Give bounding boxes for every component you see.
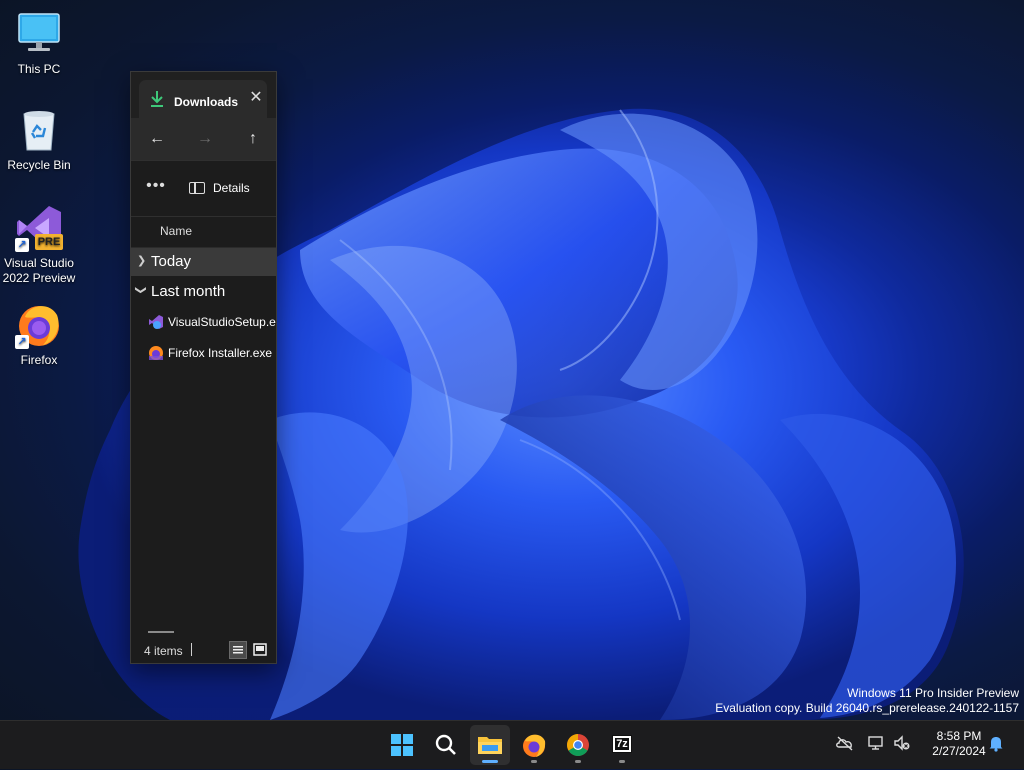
taskbar: 7z 8:58 PM 2/27/2024 xyxy=(0,720,1024,769)
desktop-icon-label: Recycle Bin xyxy=(7,158,71,172)
desktop-icon-visual-studio[interactable]: PRE ↗ Visual Studio 2022 Preview xyxy=(1,204,77,286)
group-label: Today xyxy=(151,253,192,270)
close-icon[interactable]: ✕ xyxy=(247,89,265,107)
forward-button[interactable]: → xyxy=(193,127,217,151)
item-count: 4 items xyxy=(144,644,183,658)
file-explorer-window[interactable]: Downloads ✕ ← → ↑ ••• Details Name ❯ Tod… xyxy=(130,71,277,664)
search-button[interactable] xyxy=(426,725,466,765)
shortcut-arrow-icon: ↗ xyxy=(15,238,29,252)
monitor-icon xyxy=(15,10,63,58)
onedrive-offline-icon[interactable] xyxy=(835,733,855,753)
running-indicator xyxy=(575,760,581,763)
status-separator xyxy=(191,643,192,656)
running-indicator xyxy=(619,760,625,763)
column-header-name[interactable]: Name xyxy=(131,217,276,248)
list-view-icon xyxy=(233,646,243,654)
start-button[interactable] xyxy=(382,725,422,765)
search-icon xyxy=(435,734,456,755)
back-button[interactable]: ← xyxy=(145,127,169,151)
file-explorer-icon xyxy=(478,737,502,754)
chrome-taskbar-button[interactable] xyxy=(558,725,598,765)
firefox-taskbar-button[interactable] xyxy=(514,725,554,765)
desktop-icon-label: Firefox xyxy=(20,353,58,367)
horizontal-scrollbar[interactable] xyxy=(148,631,174,633)
pre-badge: PRE xyxy=(35,234,63,250)
file-explorer-taskbar-button[interactable] xyxy=(470,725,510,765)
network-icon[interactable] xyxy=(866,733,886,753)
volume-muted-icon[interactable] xyxy=(892,733,912,753)
desktop-icon-recycle-bin[interactable]: Recycle Bin xyxy=(1,106,77,173)
command-bar: ••• Details xyxy=(131,160,276,217)
download-icon xyxy=(151,91,163,107)
file-row-visualstudiosetup[interactable]: VisualStudioSetup.exe xyxy=(131,306,276,337)
more-options-button[interactable]: ••• xyxy=(143,177,169,199)
group-label: Last month xyxy=(151,283,226,300)
tab-title: Downloads xyxy=(174,95,239,109)
file-name: VisualStudioSetup.exe xyxy=(168,315,277,329)
file-row-firefox-installer[interactable]: Firefox Installer.exe xyxy=(131,337,276,368)
tab-bar: Downloads ✕ xyxy=(131,72,276,118)
firefox-icon xyxy=(523,734,546,757)
chrome-icon xyxy=(567,734,589,756)
tab-downloads[interactable]: Downloads ✕ xyxy=(139,80,267,118)
column-header-label: Name xyxy=(160,224,193,238)
visual-studio-preview-icon: PRE ↗ xyxy=(15,204,63,252)
details-view-button[interactable] xyxy=(229,641,247,659)
details-label: Details xyxy=(213,181,250,195)
up-button[interactable]: ↑ xyxy=(241,127,265,151)
group-header-last-month[interactable]: ❯ Last month xyxy=(131,278,276,306)
desktop-icon-firefox[interactable]: ↗ Firefox xyxy=(1,301,77,368)
evaluation-watermark: Windows 11 Pro Insider Preview Evaluatio… xyxy=(715,686,1019,716)
7zip-label: 7z xyxy=(615,738,629,750)
firefox-icon: ↗ xyxy=(15,301,63,349)
tiles-view-icon xyxy=(253,643,267,656)
desktop-icon-label-line2: 2022 Preview xyxy=(2,271,76,285)
visual-studio-installer-icon xyxy=(149,315,163,329)
watermark-line1: Windows 11 Pro Insider Preview xyxy=(847,686,1019,700)
file-name: Firefox Installer.exe xyxy=(168,346,273,360)
recycle-bin-icon xyxy=(15,106,63,154)
active-indicator xyxy=(482,760,498,763)
desktop-icon-label: This PC xyxy=(17,62,61,76)
firefox-installer-icon xyxy=(149,346,163,360)
details-button[interactable]: Details xyxy=(189,177,250,199)
chevron-right-icon[interactable]: ❯ xyxy=(137,254,147,267)
chevron-down-icon[interactable]: ❯ xyxy=(135,286,148,296)
desktop-icon-label-line1: Visual Studio xyxy=(4,256,74,270)
running-indicator xyxy=(531,760,537,763)
shortcut-arrow-icon: ↗ xyxy=(15,335,29,349)
tiles-view-button[interactable] xyxy=(251,641,269,659)
7zip-icon: 7z xyxy=(612,735,632,753)
group-header-today[interactable]: ❯ Today xyxy=(131,248,276,276)
status-bar: 4 items xyxy=(131,635,276,663)
navigation-bar: ← → ↑ xyxy=(131,118,276,160)
details-pane-icon xyxy=(189,182,205,194)
7zip-taskbar-button[interactable]: 7z xyxy=(602,725,642,765)
start-icon xyxy=(391,734,413,756)
watermark-line2: Evaluation copy. Build 26040.rs_prerelea… xyxy=(715,701,1019,715)
desktop-icon-this-pc[interactable]: This PC xyxy=(1,10,77,77)
notification-bell-icon[interactable] xyxy=(986,733,1006,753)
